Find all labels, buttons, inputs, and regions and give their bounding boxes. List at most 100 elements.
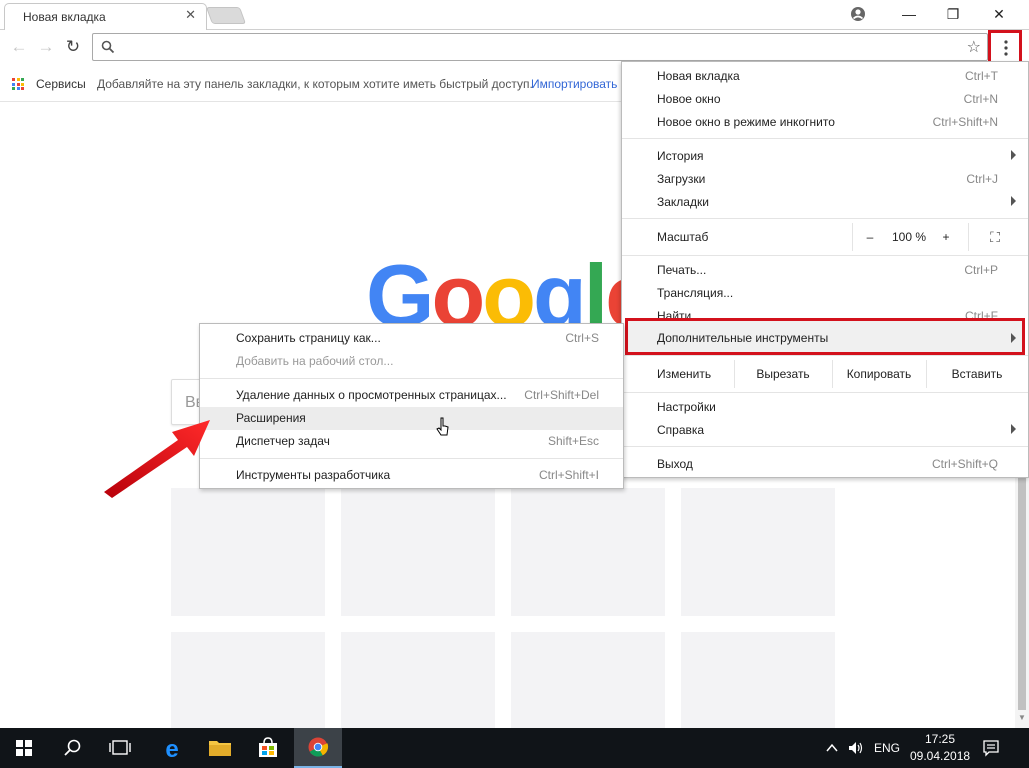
cut-button[interactable]: Вырезать [735,360,831,388]
zoom-out-button[interactable]: – [860,223,880,251]
menu-item-downloads[interactable]: Загрузки Ctrl+J [622,168,1028,191]
menu-separator [200,458,623,459]
apps-grid-icon[interactable] [12,78,24,90]
most-visited-tile[interactable] [511,632,665,728]
new-tab-button[interactable] [205,7,247,24]
most-visited-tile[interactable] [511,488,665,616]
submenu-arrow-icon [1011,150,1016,160]
zoom-row: Масштаб – 100 % + ⛶ [622,223,1028,251]
zoom-divider [968,223,969,251]
menu-item-label: Новое окно в режиме инкогнито [657,115,835,129]
menu-item-label: Дополнительные инструменты [657,331,829,345]
menu-item-shortcut: Ctrl+N [963,92,998,106]
menu-item-bookmarks[interactable]: Закладки [622,191,1028,214]
windows-taskbar: e ENG 17:25 09.04.2018 [0,728,1029,768]
menu-item-new-window[interactable]: Новое окно Ctrl+N [622,88,1028,111]
most-visited-tile[interactable] [681,632,835,728]
restore-button[interactable]: ❐ [930,2,976,26]
submenu-item-clear-data[interactable]: Удаление данных о просмотренных страница… [200,384,623,407]
clock-date[interactable]: 09.04.2018 [910,749,970,763]
menu-separator [622,218,1028,219]
menu-item-shortcut: Ctrl+Shift+Del [524,388,599,402]
red-arrow-annotation [104,420,210,498]
minimize-button[interactable]: — [886,2,932,26]
search-icon [101,40,115,54]
store-icon[interactable] [244,728,292,768]
menu-item-label: Печать... [657,263,707,277]
menu-item-new-tab[interactable]: Новая вкладка Ctrl+T [622,65,1028,88]
menu-item-shortcut: Ctrl+J [966,172,998,186]
notifications-icon[interactable] [982,739,1000,757]
bookmark-star-icon[interactable]: ☆ [967,37,981,57]
zoom-value: 100 % [891,230,927,244]
menu-item-label: Сохранить страницу как... [236,331,381,345]
menu-item-shortcut: Ctrl+Shift+N [932,115,998,129]
submenu-item-save-page[interactable]: Сохранить страницу как... Ctrl+S [200,327,623,350]
copy-button[interactable]: Копировать [833,360,925,388]
menu-item-print[interactable]: Печать... Ctrl+P [622,259,1028,282]
menu-item-label: Новая вкладка [657,69,740,83]
import-bookmarks-link[interactable]: Импортировать [531,77,617,91]
apps-link[interactable]: Сервисы [36,77,86,91]
tab-new-tab[interactable]: Новая вкладка ✕ [4,3,207,31]
zoom-divider [852,223,853,251]
scroll-down-icon[interactable]: ▼ [1018,714,1026,722]
menu-item-label: Диспетчер задач [236,434,330,448]
submenu-item-extensions[interactable]: Расширения [200,407,623,430]
menu-item-label: Закладки [657,195,709,209]
most-visited-tile[interactable] [341,632,495,728]
omnibox[interactable]: ☆ [92,33,988,61]
most-visited-tile[interactable] [171,632,325,728]
volume-icon[interactable] [847,740,865,756]
submenu-item-dev-tools[interactable]: Инструменты разработчика Ctrl+Shift+I [200,464,623,487]
close-window-button[interactable]: ✕ [976,2,1022,26]
menu-item-cast[interactable]: Трансляция... [622,282,1028,305]
menu-item-label: История [657,149,704,163]
zoom-in-button[interactable]: + [936,223,956,251]
chevron-up-icon[interactable] [825,742,839,754]
menu-item-shortcut: Ctrl+P [964,263,998,277]
most-visited-tile[interactable] [171,488,325,616]
menu-separator [200,378,623,379]
menu-item-shortcut: Ctrl+S [565,331,599,345]
most-visited-tile[interactable] [341,488,495,616]
edge-browser-icon[interactable]: e [148,728,196,768]
edit-label: Изменить [657,367,712,381]
svg-text:e: e [165,736,178,763]
more-vertical-icon [1004,40,1008,56]
most-visited-tile[interactable] [681,488,835,616]
chrome-menu-button[interactable] [988,30,1022,64]
submenu-item-task-manager[interactable]: Диспетчер задач Shift+Esc [200,430,623,453]
tab-close-icon[interactable]: ✕ [185,7,196,23]
address-input[interactable] [123,38,943,56]
menu-item-help[interactable]: Справка [622,419,1028,442]
forward-button[interactable]: → [35,36,57,58]
menu-separator [622,138,1028,139]
profile-icon[interactable] [850,6,866,22]
submenu-arrow-icon [1011,333,1016,343]
clock-time[interactable]: 17:25 [925,732,955,746]
more-tools-submenu: Сохранить страницу как... Ctrl+S Добавит… [199,323,624,489]
menu-item-settings[interactable]: Настройки [622,396,1028,419]
reload-button[interactable]: ↻ [62,36,84,58]
menu-item-incognito[interactable]: Новое окно в режиме инкогнито Ctrl+Shift… [622,111,1028,134]
menu-item-history[interactable]: История [622,145,1028,168]
menu-item-more-tools[interactable]: Дополнительные инструменты [625,318,1025,355]
chrome-taskbar-icon[interactable] [294,728,342,768]
search-icon[interactable] [48,728,96,768]
menu-item-label: Добавить на рабочий стол... [236,354,394,368]
task-view-icon[interactable] [96,728,144,768]
windows-start-icon[interactable] [0,728,48,768]
submenu-arrow-icon [1011,424,1016,434]
menu-item-exit[interactable]: Выход Ctrl+Shift+Q [622,453,1028,476]
bookmarks-hint: Добавляйте на эту панель закладки, к кот… [97,77,533,91]
menu-item-label: Удаление данных о просмотренных страница… [236,388,507,402]
back-button[interactable]: ← [8,36,30,58]
fullscreen-icon[interactable]: ⛶ [978,223,1012,251]
submenu-item-add-to-desktop[interactable]: Добавить на рабочий стол... [200,350,623,373]
menu-item-label: Расширения [236,411,306,425]
tab-title: Новая вкладка [23,10,106,24]
input-language[interactable]: ENG [874,741,900,755]
file-explorer-icon[interactable] [196,728,244,768]
paste-button[interactable]: Вставить [927,360,1027,388]
